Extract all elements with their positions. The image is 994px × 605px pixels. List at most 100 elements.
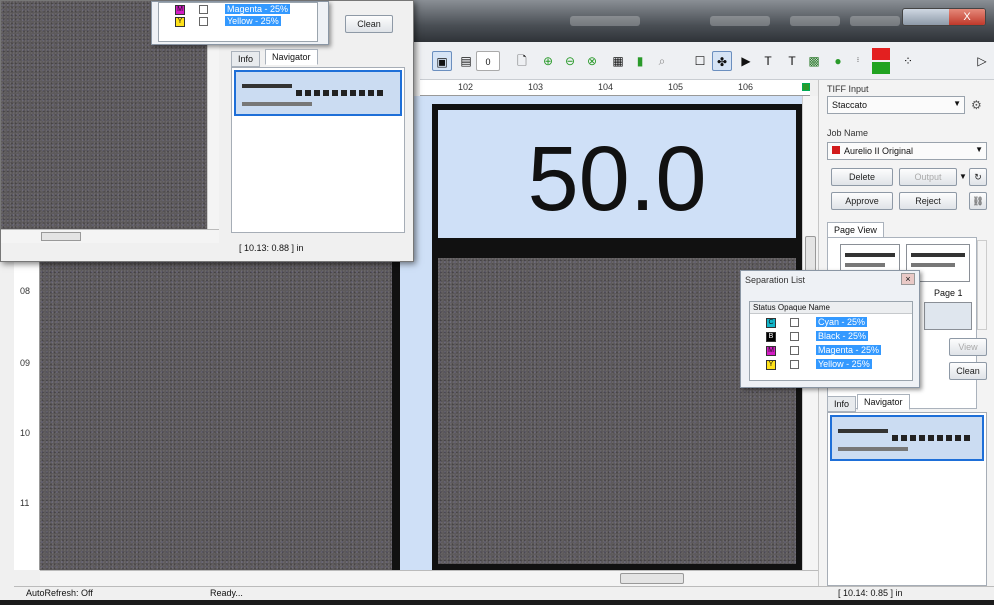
chevron-down-icon: ▼ bbox=[953, 99, 961, 108]
titlebar-text bbox=[570, 16, 640, 26]
status-bar: AutoRefresh: Off Ready... bbox=[14, 586, 820, 600]
nav-strip bbox=[892, 435, 972, 441]
grid-dots-icon[interactable]: ⁘ bbox=[898, 51, 918, 71]
navigator-viewport[interactable] bbox=[234, 70, 402, 116]
window-controls[interactable]: X bbox=[902, 8, 986, 26]
density-icon: ⁝ bbox=[856, 57, 860, 64]
thumb-strip bbox=[845, 263, 885, 267]
reject-button[interactable]: Reject bbox=[899, 192, 957, 210]
job-name-value: Aurelio II Original bbox=[844, 146, 914, 156]
ruler-tick: 08 bbox=[20, 286, 31, 296]
tab-navigator[interactable]: Navigator bbox=[857, 394, 910, 410]
titlebar-text bbox=[790, 16, 840, 26]
opaque-checkbox[interactable] bbox=[790, 332, 799, 341]
close-icon[interactable]: × bbox=[901, 273, 915, 285]
vertical-ruler: 08 09 10 11 bbox=[14, 258, 40, 570]
ruler-tick: 10 bbox=[20, 428, 31, 438]
output-button[interactable]: Output bbox=[899, 168, 957, 186]
tab-info[interactable]: Info bbox=[827, 396, 857, 412]
nav-strip bbox=[242, 84, 292, 88]
tiff-input-select[interactable]: Staccato ▼ bbox=[827, 96, 965, 114]
opaque-checkbox[interactable] bbox=[790, 360, 799, 369]
opaque-checkbox[interactable] bbox=[199, 17, 208, 26]
list-item[interactable]: B Black - 25% bbox=[750, 330, 912, 344]
coords-readout: [ 10.14: 0.85 ] in bbox=[818, 586, 994, 600]
settings-gear-icon[interactable]: ⚙ bbox=[971, 98, 982, 112]
play-icon[interactable]: ▷ bbox=[972, 51, 992, 71]
link-icon[interactable]: ⛓ bbox=[969, 192, 987, 210]
search-icon[interactable]: ⌕ bbox=[652, 51, 672, 71]
zoom-fit-icon[interactable]: ⊗ bbox=[582, 51, 602, 71]
clean-button[interactable]: Clean bbox=[345, 15, 393, 33]
navigator-pane bbox=[231, 67, 405, 233]
yellow-chip: Y bbox=[766, 360, 776, 370]
list-header: Status Opaque Name bbox=[750, 302, 912, 314]
navigator-viewport[interactable] bbox=[830, 415, 984, 461]
nav-strip bbox=[242, 102, 312, 106]
view-button[interactable]: View bbox=[949, 338, 987, 356]
separation-name: Black - 25% bbox=[816, 331, 869, 341]
zoom-out-icon[interactable]: ⊖ bbox=[560, 51, 580, 71]
page-field[interactable]: 0 bbox=[476, 51, 500, 71]
horizontal-scrollbar[interactable] bbox=[40, 570, 820, 586]
document-icon[interactable]: 🗋 bbox=[512, 51, 532, 71]
toolbar: ▣ ▤ 0 🗋 ⊕ ⊖ ⊗ ▦ ▮ ⌕ ☐ ✤ ▶ T T ▩ ● ⁝ ⁘ ▷ bbox=[420, 42, 994, 80]
snippet-hscroll[interactable] bbox=[1, 229, 219, 243]
ready-status: Ready... bbox=[210, 588, 243, 598]
separations-icon[interactable]: ✤ bbox=[712, 51, 732, 71]
output-dropdown-icon[interactable]: ▼ bbox=[959, 172, 967, 181]
floating-window: M Magenta - 25% Y Yellow - 25% Clean Inf… bbox=[0, 0, 414, 262]
close-button[interactable]: X bbox=[949, 9, 985, 25]
opaque-checkbox[interactable] bbox=[199, 5, 208, 14]
big-value: 50.0 bbox=[527, 128, 707, 230]
ruler-tick: 102 bbox=[458, 82, 474, 92]
refresh-icon[interactable]: ↻ bbox=[969, 168, 987, 186]
dialog-title: Separation List bbox=[745, 275, 806, 285]
red-gauge bbox=[872, 48, 890, 60]
page-thumbnail[interactable] bbox=[924, 302, 972, 330]
bookmark-icon[interactable]: ▮ bbox=[630, 51, 650, 71]
autorefresh-status: AutoRefresh: Off bbox=[26, 588, 93, 598]
image-icon[interactable]: ▩ bbox=[804, 51, 824, 71]
clean-button[interactable]: Clean bbox=[949, 362, 987, 380]
navigator-pane bbox=[827, 412, 987, 586]
job-name-select[interactable]: Aurelio II Original ▼ bbox=[827, 142, 987, 160]
scroll-thumb[interactable] bbox=[620, 573, 684, 584]
tab-navigator[interactable]: Navigator bbox=[265, 49, 318, 65]
thumb-strip bbox=[911, 263, 955, 267]
thumb-strip bbox=[911, 253, 965, 257]
scroll-thumb[interactable] bbox=[41, 232, 81, 241]
square-icon[interactable]: ☐ bbox=[690, 51, 710, 71]
opaque-checkbox[interactable] bbox=[790, 346, 799, 355]
opaque-checkbox[interactable] bbox=[790, 318, 799, 327]
job-name-label: Job Name bbox=[827, 128, 869, 138]
page-divider bbox=[392, 258, 400, 570]
zoom-in-icon[interactable]: ⊕ bbox=[538, 51, 558, 71]
page-icon[interactable]: ▤ bbox=[456, 51, 476, 71]
snippet-separation-dialog: M Magenta - 25% Y Yellow - 25% bbox=[151, 1, 329, 45]
tab-page-view[interactable]: Page View bbox=[827, 222, 884, 238]
text-icon[interactable]: T bbox=[758, 51, 778, 71]
approve-button[interactable]: Approve bbox=[831, 192, 893, 210]
separation-name: Yellow - 25% bbox=[816, 359, 872, 369]
page-view-scrollbar[interactable] bbox=[977, 240, 987, 330]
list-item[interactable]: M Magenta - 25% bbox=[750, 344, 912, 358]
thumb-strip bbox=[845, 253, 895, 257]
list-item[interactable]: Y Yellow - 25% bbox=[750, 358, 912, 372]
list-item[interactable]: Y Yellow - 25% bbox=[159, 15, 317, 29]
separation-name: Cyan - 25% bbox=[816, 317, 868, 327]
fit-page-icon[interactable]: ▣ bbox=[432, 51, 452, 71]
tab-info[interactable]: Info bbox=[231, 51, 261, 67]
delete-button[interactable]: Delete bbox=[831, 168, 893, 186]
grid-icon[interactable]: ▦ bbox=[608, 51, 628, 71]
dot-icon[interactable]: ● bbox=[828, 51, 848, 71]
ruler-tick: 09 bbox=[20, 358, 31, 368]
text-alt-icon[interactable]: T bbox=[782, 51, 802, 71]
ruler-corner-icon bbox=[802, 83, 810, 91]
list-item[interactable]: C Cyan - 25% bbox=[750, 316, 912, 330]
pointer-icon[interactable]: ▶ bbox=[736, 51, 756, 71]
chevron-down-icon: ▼ bbox=[975, 145, 983, 154]
separation-name: Magenta - 25% bbox=[816, 345, 882, 355]
nav-strip bbox=[838, 447, 908, 451]
separation-name: Magenta - 25% bbox=[225, 4, 291, 14]
